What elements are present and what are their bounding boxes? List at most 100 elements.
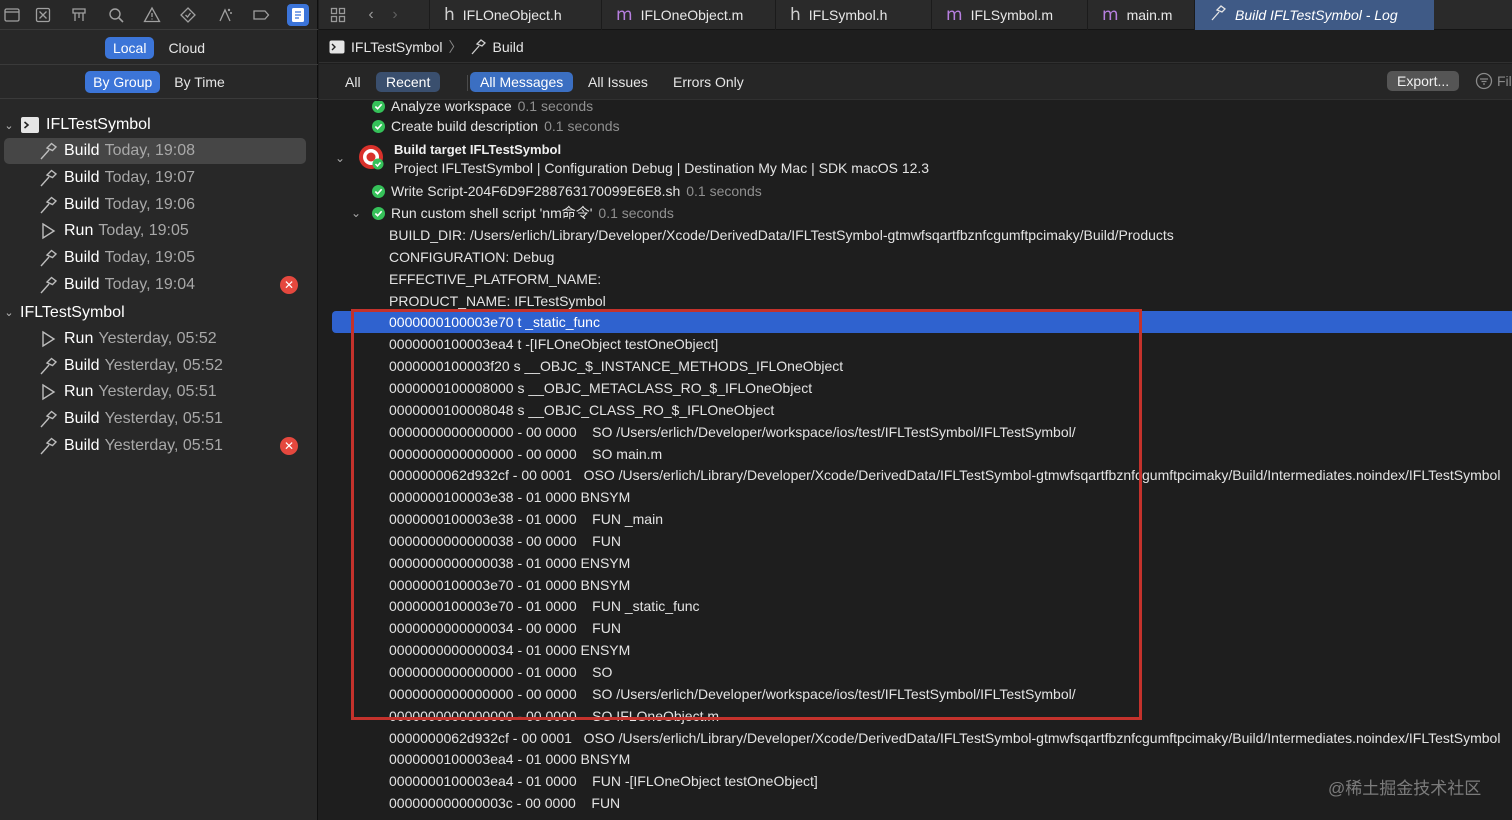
report-icon[interactable]	[287, 4, 309, 26]
build-report-item[interactable]: Run Today, 19:05	[0, 218, 318, 244]
log-output-line[interactable]: 0000000100003e70 - 01 0000 BNSYM	[319, 574, 1512, 596]
build-report-item[interactable]: Build Today, 19:06	[0, 192, 318, 218]
report-time: Yesterday, 05:51	[104, 437, 223, 454]
log-output-line[interactable]: 0000000000000000 - 00 0000 SO /Users/erl…	[319, 421, 1512, 443]
log-output-line[interactable]: 0000000000000038 - 01 0000 ENSYM	[319, 552, 1512, 574]
chevron-down-icon[interactable]: ⌄	[2, 306, 16, 319]
debug-spray-icon[interactable]	[214, 4, 236, 26]
chevron-down-icon[interactable]: ⌄	[335, 151, 345, 165]
build-step[interactable]: ⌄ Run custom shell script 'nm命令' 0.1 secon…	[319, 202, 1512, 224]
build-report-item[interactable]: Build Yesterday, 05:51 ✕	[0, 433, 318, 459]
tab-main-m[interactable]: m main.m	[1087, 0, 1194, 30]
log-output-line[interactable]: 0000000100008048 s __OBJC_CLASS_RO_$_IFL…	[319, 399, 1512, 421]
tab-iflsymbol-m[interactable]: m IFLSymbol.m	[931, 0, 1087, 30]
play-icon	[38, 329, 58, 349]
tab-iflsymbol-h[interactable]: h IFLSymbol.h	[775, 0, 931, 30]
log-output-line[interactable]: 0000000100008000 s __OBJC_METACLASS_RO_$…	[319, 377, 1512, 399]
build-step-duration: 0.1 seconds	[686, 183, 762, 199]
group-by-time-button[interactable]: By Time	[166, 71, 233, 93]
build-step[interactable]: Create build description 0.1 seconds	[319, 115, 1512, 137]
log-output-line[interactable]: 0000000000000034 - 00 0000 FUN	[319, 617, 1512, 639]
issue-warning-icon[interactable]	[141, 4, 163, 26]
breakpoint-icon[interactable]	[250, 4, 272, 26]
log-output-line[interactable]: 0000000000000000 - 00 0000 SO main.m	[319, 443, 1512, 465]
build-report-item[interactable]: Run Yesterday, 05:52	[0, 326, 318, 352]
tree-group-0[interactable]: ⌄ IFLTestSymbol	[0, 112, 318, 138]
build-report-item[interactable]: Build Today, 19:04 ✕	[0, 272, 318, 298]
report-action: Build	[64, 276, 100, 293]
build-report-navigator: Local Cloud By Group By Time ⌄ IFLTestSym…	[0, 0, 318, 820]
log-output-line[interactable]: 0000000062d932cf - 00 0001 OSO /Users/er…	[319, 464, 1512, 486]
jump-bar-item[interactable]: Build	[493, 39, 524, 55]
scope-cloud-button[interactable]: Cloud	[160, 37, 213, 59]
forward-arrow-icon[interactable]: ›	[385, 3, 405, 27]
log-output-text: 0000000000000034 - 00 0000 FUN	[389, 620, 621, 637]
target-icon	[357, 143, 385, 176]
report-action: Build	[64, 249, 100, 267]
export-button[interactable]: Export...	[1387, 71, 1460, 91]
build-report-item[interactable]: Build Today, 19:07	[0, 165, 318, 191]
grid-menu-icon[interactable]	[327, 3, 349, 27]
filter-recent-button[interactable]: Recent	[376, 72, 441, 92]
build-report-item[interactable]: Build Today, 19:08	[4, 138, 306, 164]
filter-all-messages-button[interactable]: All Messages	[470, 72, 574, 92]
log-output-line[interactable]: 0000000100003ea4 t -[IFLOneObject testOn…	[319, 333, 1512, 355]
play-icon	[38, 221, 58, 241]
log-output-line[interactable]: 0000000000000038 - 00 0000 FUN	[319, 530, 1512, 552]
tab-ifloneobject-m[interactable]: m IFLOneObject.m	[601, 0, 775, 30]
log-output-line[interactable]: PRODUCT_NAME: IFLTestSymbol	[319, 290, 1512, 312]
filter-all-issues-button[interactable]: All Issues	[578, 72, 658, 92]
chevron-down-icon[interactable]: ⌄	[351, 206, 361, 220]
terminal-app-icon	[20, 115, 40, 135]
log-output-text: 0000000000000000 - 00 0000 SO main.m	[389, 445, 663, 462]
filter-all-button[interactable]: All	[335, 72, 371, 92]
group-by-group-button[interactable]: By Group	[85, 70, 161, 93]
build-target-header[interactable]: ⌄ Build target IFLTestSymbol Project IFLTe…	[319, 141, 1512, 181]
tab-build-ifltestsymbol-log[interactable]: Build IFLTestSymbol - Log	[1194, 0, 1434, 30]
tab-ifloneobject-h[interactable]: h IFLOneObject.h	[429, 0, 601, 30]
jump-bar-project[interactable]: IFLTestSymbol	[351, 39, 443, 55]
hammer-icon	[38, 195, 58, 215]
log-output-line[interactable]: 0000000000000000 - 00 0000 SO /Users/erl…	[319, 683, 1512, 705]
source-control-icon[interactable]	[32, 4, 54, 26]
back-arrow-icon[interactable]: ‹	[361, 3, 381, 27]
log-output-line[interactable]: EFFECTIVE_PLATFORM_NAME:	[319, 268, 1512, 290]
report-action: Build	[64, 142, 100, 159]
tree-group-1[interactable]: ⌄ IFLTestSymbol	[0, 300, 318, 326]
build-report-item[interactable]: Build Yesterday, 05:51	[0, 406, 318, 432]
log-output-line[interactable]: CONFIGURATION: Debug	[319, 246, 1512, 268]
log-output-line[interactable]: 0000000100003f20 s __OBJC_$_INSTANCE_MET…	[319, 355, 1512, 377]
log-output-line[interactable]: 0000000100003e70 - 01 0000 FUN _static_f…	[319, 595, 1512, 617]
log-output-line[interactable]: 0000000100003ea4 - 01 0000 BNSYM	[319, 748, 1512, 770]
build-report-item[interactable]: Build Yesterday, 05:52	[0, 353, 318, 379]
build-target-detail: Project IFLTestSymbol | Configuration De…	[394, 160, 930, 176]
build-report-item[interactable]: Build Today, 19:05	[0, 245, 318, 271]
hammer-icon	[38, 248, 58, 268]
folder-icon[interactable]	[1, 4, 23, 26]
build-report-item[interactable]: Run Yesterday, 05:51	[0, 379, 318, 405]
scope-local-button[interactable]: Local	[104, 36, 155, 59]
play-icon	[38, 382, 58, 402]
test-diamond-icon[interactable]	[177, 4, 199, 26]
chevron-down-icon[interactable]: ⌄	[2, 119, 16, 132]
log-output-line[interactable]: 000000000000003c - 01 0000 ENSYM	[319, 814, 1512, 820]
log-output-line[interactable]: 0000000062d932cf - 00 0001 OSO /Users/er…	[319, 727, 1512, 749]
log-output-line[interactable]: 0000000000000000 - 01 0000 SO	[319, 661, 1512, 683]
log-output-line[interactable]: 0000000100003e38 - 01 0000 BNSYM	[319, 486, 1512, 508]
report-time: Today, 19:07	[104, 168, 196, 186]
log-output-line[interactable]: BUILD_DIR: /Users/erlich/Library/Develop…	[319, 224, 1512, 246]
divider	[467, 75, 468, 91]
log-output-line[interactable]: 0000000100003e38 - 01 0000 FUN _main	[319, 508, 1512, 530]
find-icon[interactable]	[105, 4, 127, 26]
log-output-text: 0000000062d932cf - 00 0001 OSO /Users/er…	[389, 729, 1501, 746]
symbol-hierarchy-icon[interactable]	[68, 4, 90, 26]
log-output-line[interactable]: 0000000000000034 - 01 0000 ENSYM	[319, 639, 1512, 661]
log-output-line[interactable]: 0000000000000000 - 00 0000 SO IFLOneObje…	[319, 705, 1512, 727]
build-step[interactable]: Write Script-204F6D9F288763170099E6E8.sh…	[319, 180, 1512, 202]
filter-errors-only-button[interactable]: Errors Only	[663, 72, 754, 92]
hammer-icon	[38, 168, 58, 188]
log-output-line-selected[interactable]: 0000000100003e70 t _static_func	[332, 311, 1512, 334]
log-output-text: BUILD_DIR: /Users/erlich/Library/Develop…	[389, 227, 1174, 243]
tab-label: IFLOneObject.m	[640, 7, 744, 23]
filter-field[interactable]: Fil	[1475, 72, 1512, 90]
